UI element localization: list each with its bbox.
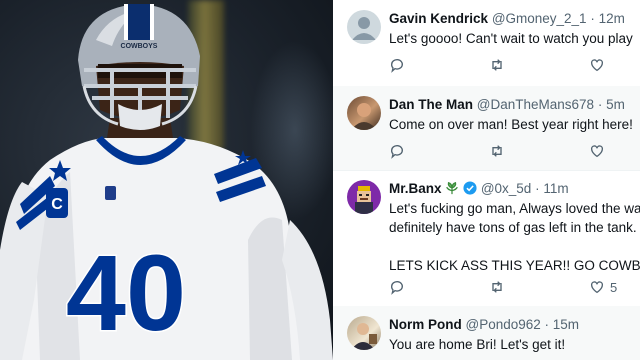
tweet-text-line: You are home Bri! Let's get it! [389,337,566,352]
photo-avatar[interactable] [347,316,381,350]
user-handle[interactable]: @DanTheMans678 [477,97,594,112]
timestamp[interactable]: · 5m [598,97,625,112]
user-handle[interactable]: @0x_5d [481,181,532,196]
reply-button[interactable] [389,56,405,74]
tweet-text-line [389,237,640,256]
tweet-text-line: LETS KICK ASS THIS YEAR!! GO COWBOYS [389,258,640,273]
display-name[interactable]: Norm Pond [389,317,462,332]
display-name[interactable]: Dan The Man [389,97,473,112]
like-button[interactable] [589,142,610,160]
display-name[interactable]: Mr.Banx [389,181,442,196]
retweet-button[interactable] [489,142,505,160]
tweet-text-line: Come on over man! Best year right here! [389,117,633,132]
tweet-reply[interactable]: Dan The Man @DanTheMans678 · 5m Come on … [333,86,640,171]
reply-icon [390,59,403,73]
heart-icon [591,59,603,72]
tweet-reply[interactable]: Norm Pond @Pondo962 · 15m You are home B… [333,306,640,360]
heart-icon [591,281,603,294]
tweet-text-line: definitely have tons of gas left in the … [389,220,637,235]
reply-button[interactable] [389,278,405,296]
retweet-icon [492,59,502,71]
heart-icon [591,145,603,158]
helmet-text: COWBOYS [121,43,158,50]
retweet-icon [492,145,502,157]
nfl-shield [105,186,116,200]
cartoon-avatar[interactable] [347,180,381,214]
user-handle[interactable]: @Pondo962 [466,317,541,332]
retweet-icon [492,281,502,293]
tweet-header: Mr.Banx @0x_5d · 11m [389,180,640,198]
like-count: 5 [610,279,618,295]
person-photo-icon [351,323,377,350]
tweet-header: Gavin Kendrick @Gmoney_2_1 · 12m [389,10,640,28]
retweet-button[interactable] [489,278,505,296]
pixel-character-icon [355,186,373,214]
helmet-stripe [128,4,150,40]
like-button[interactable]: 5 [589,278,617,296]
tweet-reply[interactable]: Mr.Banx @0x_5d · 11m Let's fucking go ma… [333,170,640,307]
tweet-text: You are home Bri! Let's get it! [389,335,640,354]
retweet-button[interactable] [489,56,505,74]
photo-avatar[interactable] [347,96,381,130]
tweet-actions: 5 [389,278,640,296]
user-handle[interactable]: @Gmoney_2_1 [492,11,587,26]
timestamp[interactable]: · 11m [535,181,569,196]
reply-icon [390,145,403,159]
tweet-text: Come on over man! Best year right here! [389,115,640,134]
tweet-reply[interactable]: Gavin Kendrick @Gmoney_2_1 · 12m Let's g… [333,0,640,87]
tweet-text: Let's fucking go man, Always loved the w… [389,199,640,275]
tweet-actions [389,142,640,160]
timestamp[interactable]: · 12m [590,11,625,26]
tweet-text-line: Let's goooo! Can't wait to watch you pla… [389,31,633,46]
leaf-emoji-icon [446,182,459,195]
player-illustration: C 40 COWBOYS [0,4,333,360]
tweet-header: Norm Pond @Pondo962 · 15m [389,316,640,334]
default-avatar[interactable] [347,10,381,44]
tweet-text: Let's goooo! Can't wait to watch you pla… [389,29,640,48]
default-user-icon [352,17,376,40]
like-button[interactable] [589,56,610,74]
person-photo-icon [351,103,377,130]
captain-letter: C [51,196,63,213]
jersey-number: 40 [66,232,186,353]
reply-feed: Gavin Kendrick @Gmoney_2_1 · 12m Let's g… [333,0,640,360]
timestamp[interactable]: · 15m [545,317,580,332]
tweet-text-line: Let's fucking go man, Always loved the w… [389,201,640,216]
player-photo: C 40 COWBOYS [0,0,333,360]
verified-badge-icon [463,181,477,195]
tweet-header: Dan The Man @DanTheMans678 · 5m [389,96,640,114]
reply-button[interactable] [389,142,405,160]
display-name[interactable]: Gavin Kendrick [389,11,488,26]
tweet-actions [389,56,640,74]
reply-icon [390,281,403,295]
